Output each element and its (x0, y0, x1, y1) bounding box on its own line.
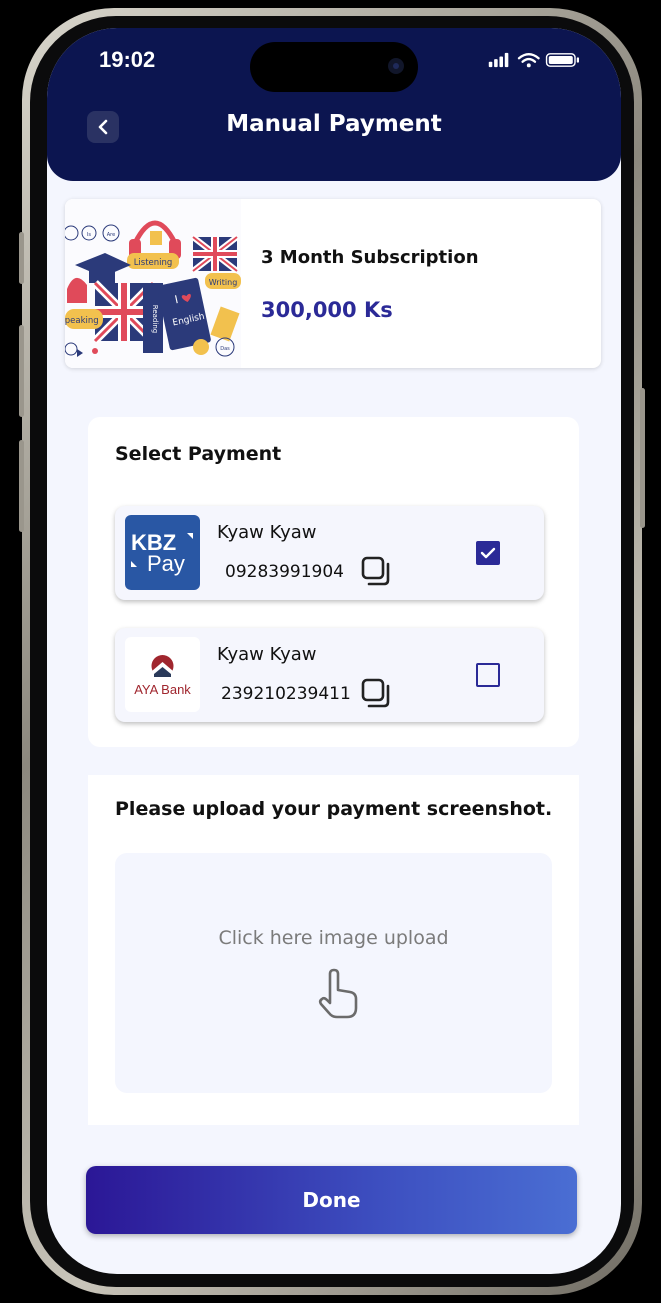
payment-option-aya-bank[interactable]: AYA Bank Kyaw Kyaw 239210239411 (115, 628, 544, 722)
phone-volume-down-button (19, 440, 24, 532)
status-time: 19:02 (99, 47, 156, 72)
svg-text:Listening: Listening (134, 258, 173, 268)
camera-icon (388, 58, 404, 74)
svg-text:Das: Das (220, 346, 230, 352)
payment-option-kbzpay[interactable]: KBZ Pay Kyaw Kyaw 09283991904 (115, 506, 544, 600)
phone-action-button (19, 232, 24, 284)
aya-bank-checkbox[interactable] (476, 663, 500, 687)
upload-placeholder: Click here image upload (218, 927, 449, 949)
status-icons (488, 52, 579, 68)
svg-text:Writing: Writing (209, 278, 238, 287)
payment-section: Select Payment KBZ Pay Kyaw Kyaw 0928399… (88, 417, 579, 747)
signal-icon (488, 52, 509, 68)
account-number: 09283991904 (225, 562, 344, 582)
screen: 19:02 Manual Payment Is Are Listening Wr… (47, 28, 621, 1274)
wifi-icon (517, 53, 540, 63)
account-name: Kyaw Kyaw (217, 522, 317, 543)
phone-power-button (640, 388, 645, 528)
phone-volume-up-button (19, 325, 24, 417)
kbzpay-checkbox[interactable] (476, 541, 500, 565)
upload-section: Please upload your payment screenshot. C… (88, 775, 579, 1125)
copy-icon[interactable] (361, 556, 393, 588)
dynamic-island (250, 42, 418, 92)
subscription-image: Is Are Listening Writing peaking Reading… (65, 199, 241, 368)
subscription-card: Is Are Listening Writing peaking Reading… (65, 199, 601, 368)
subscription-price: 300,000 Ks (261, 298, 393, 322)
copy-icon[interactable] (361, 678, 393, 710)
svg-text:Pay: Pay (147, 551, 185, 576)
page-title: Manual Payment (226, 111, 442, 137)
pointer-hand-icon (318, 968, 358, 1019)
uk-flag-icon (191, 234, 239, 274)
svg-text:AYA Bank: AYA Bank (134, 682, 191, 697)
svg-text:Are: Are (107, 232, 115, 238)
subscription-name: 3 Month Subscription (261, 247, 479, 268)
app-header: 19:02 Manual Payment (47, 28, 621, 181)
kbzpay-logo: KBZ Pay (125, 515, 200, 590)
account-name: Kyaw Kyaw (217, 644, 317, 665)
svg-text:Speaking: Speaking (65, 316, 99, 326)
checkmark-icon (480, 547, 496, 559)
english-learning-illustration: Is Are Listening Writing peaking Reading… (65, 199, 241, 368)
payment-section-title: Select Payment (115, 443, 282, 465)
aya-bank-logo: AYA Bank (125, 637, 200, 712)
svg-text:Reading: Reading (151, 305, 159, 333)
battery-icon (545, 53, 579, 67)
image-upload-area[interactable]: Click here image upload (115, 853, 552, 1093)
done-button[interactable]: Done (86, 1166, 577, 1234)
upload-title: Please upload your payment screenshot. (115, 798, 553, 820)
svg-text:Is: Is (87, 232, 91, 238)
account-number: 239210239411 (221, 684, 351, 704)
